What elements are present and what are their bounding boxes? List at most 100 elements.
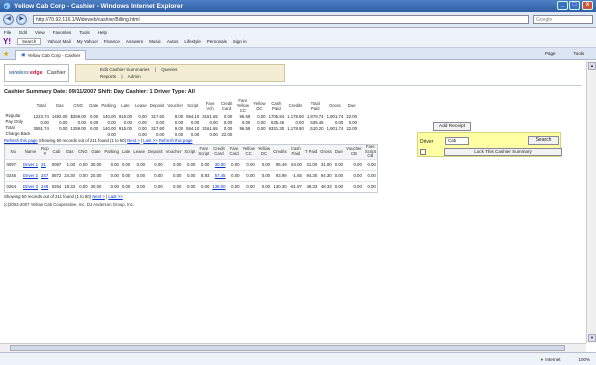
last-link[interactable]: Last >> (143, 138, 157, 143)
page-menu[interactable]: Page (545, 51, 556, 56)
summary-cell: 3161.65 (202, 125, 218, 131)
detail-name[interactable]: Driver 2 (21, 169, 40, 181)
link-music[interactable]: Music (149, 39, 161, 44)
nav-queries[interactable]: Queries (161, 67, 177, 72)
detail-cell: 31.00 (318, 158, 334, 170)
nav-reports[interactable]: Reports (100, 74, 116, 79)
dcol-fare-card: Fare Card (227, 144, 242, 159)
summary-cell (50, 131, 69, 137)
menu-tools[interactable]: Tools (79, 30, 90, 35)
horizontal-scrollbar[interactable] (0, 343, 586, 352)
summary-cell: 0.00 (174, 131, 184, 137)
detail-cell: 0.00 (164, 180, 183, 192)
detail-rcp[interactable]: 21 (39, 158, 51, 170)
menu-favorites[interactable]: Favorites (53, 30, 72, 35)
col-credits: Credits (288, 103, 303, 108)
zoom-level[interactable]: 100% (578, 357, 590, 362)
detail-cell: 0.00 (102, 169, 121, 181)
detail-cell: 0.00 (256, 180, 272, 192)
detail-cell: 0.00 (344, 169, 364, 181)
scroll-down-icon[interactable]: ▼ (588, 334, 596, 342)
horizontal-scroll-thumb[interactable] (10, 345, 565, 351)
summary-title: Cashier Summary Date: 09/11/2007 Shift: … (4, 89, 195, 95)
favorites-star-icon[interactable]: ★ (3, 50, 9, 58)
search-input[interactable]: Google (533, 15, 593, 24)
detail-rcp[interactable]: 248 (39, 180, 51, 192)
detail-cell: 30.00 (89, 158, 103, 170)
menu-view[interactable]: View (35, 30, 45, 35)
detail-cell: 94.30 (303, 169, 319, 181)
forward-icon[interactable]: ▶ (16, 14, 27, 25)
menu-help[interactable]: Help (98, 30, 107, 35)
detail-cell: 64.00 (288, 158, 304, 170)
lock-checkbox[interactable] (420, 149, 426, 155)
dcol-voucher: Voucher (164, 144, 183, 159)
detail-no: 0097 (4, 158, 22, 170)
minimize-button[interactable]: _ (557, 1, 568, 10)
detail-cell: 1.00 (62, 158, 77, 170)
dcol-due: Due (333, 144, 345, 159)
add-receipt-button[interactable]: Add Receipt (433, 122, 471, 131)
summary-table: Total Gas CNG Gate Parking Late Lease De… (4, 98, 359, 137)
maximize-button[interactable]: □ (569, 1, 580, 10)
logo-brand: wireless (9, 70, 29, 76)
detail-table: No Name Rcp # Cab Gas CNG Gate Parking L… (4, 144, 379, 193)
summary-cell (325, 131, 345, 137)
detail-name[interactable]: Driver 3 (21, 180, 40, 192)
detail-cell: 0.00 (76, 180, 90, 192)
link-autos[interactable]: Autos (167, 39, 179, 44)
close-button[interactable]: x (582, 1, 593, 10)
summary-cell: 3161.65 (202, 113, 218, 119)
wireless-edge-logo: wireless edge Cashier (4, 64, 69, 82)
url-input[interactable]: http://70.92.116.1/Wideweb/cashier/Billi… (33, 15, 529, 24)
detail-cell: 0.00 (241, 169, 257, 181)
detail-cell: 0.00 (182, 169, 197, 181)
detail-cell[interactable]: 57.45 (210, 169, 228, 181)
detail-cell: 0.00 (241, 180, 257, 192)
back-icon[interactable]: ◀ (3, 14, 14, 25)
menu-edit[interactable]: Edit (19, 30, 27, 35)
link-mail[interactable]: Yahoo! Mail (47, 39, 70, 44)
scroll-up-icon[interactable]: ▲ (588, 62, 596, 70)
next-link-bottom[interactable]: Next > (92, 194, 105, 199)
summary-cell: 0.00 (107, 131, 116, 137)
yahoo-search-button[interactable]: Search (17, 38, 42, 45)
refresh-link-2[interactable]: Refresh this page (159, 138, 193, 143)
link-my-yahoo[interactable]: My Yahoo! (77, 39, 98, 44)
summary-cell: 22.00 (346, 113, 358, 119)
detail-cell: 0.00 (146, 158, 165, 170)
detail-name[interactable]: Driver 1 (21, 158, 40, 170)
link-finance[interactable]: Finance (104, 39, 120, 44)
menu-file[interactable]: File (4, 30, 11, 35)
detail-cell: 0.00 (120, 158, 132, 170)
summary-row: Charge Back 0.00 0.00 0.00 0.00 0.00 0.00 22.00 (4, 131, 359, 137)
tools-menu[interactable]: Tools (573, 51, 584, 56)
summary-cell: 22.00 (346, 125, 358, 131)
detail-cell[interactable]: 30.00 (210, 158, 228, 170)
detail-cell: 0.00 (333, 169, 345, 181)
detail-cell: 0.00 (363, 169, 378, 181)
last-link-bottom[interactable]: Last >> (108, 194, 122, 199)
driver-label: Driver (420, 139, 434, 145)
link-personals[interactable]: Personals (207, 39, 227, 44)
summary-cell: 1,901.74 (326, 113, 344, 119)
summary-header-row: Total Gas CNG Gate Parking Late Lease De… (4, 98, 359, 113)
link-sign-in[interactable]: Sign in (233, 39, 247, 44)
tab-cashier[interactable]: ▣ Yellow Cab Corp - Cashier (15, 49, 87, 60)
search-button[interactable]: Search (528, 136, 559, 145)
vertical-scrollbar[interactable]: ▲ ▼ (586, 61, 596, 343)
next-link[interactable]: Next > (127, 138, 140, 143)
link-answers[interactable]: Answers (126, 39, 143, 44)
cab-select[interactable]: Cab (445, 137, 469, 145)
detail-rcp[interactable]: 247 (39, 169, 51, 181)
lock-summary-button[interactable]: Lock This Cashier Summary (444, 148, 562, 156)
refresh-link[interactable]: Refresh this page (4, 138, 38, 143)
detail-cell: 0.00 (76, 158, 90, 170)
detail-cell: 48.33 (303, 180, 319, 192)
detail-cell[interactable]: 138.00 (210, 180, 228, 192)
nav-edit-cashier-summaries[interactable]: Edit Cashier Summaries (100, 67, 150, 72)
nav-separator: | (154, 67, 157, 72)
nav-admin[interactable]: Admin (128, 74, 141, 79)
tab-bar: ★ ▣ Yellow Cab Corp - Cashier Page Tools (0, 48, 596, 60)
link-lifestyle[interactable]: Lifestyle (184, 39, 201, 44)
